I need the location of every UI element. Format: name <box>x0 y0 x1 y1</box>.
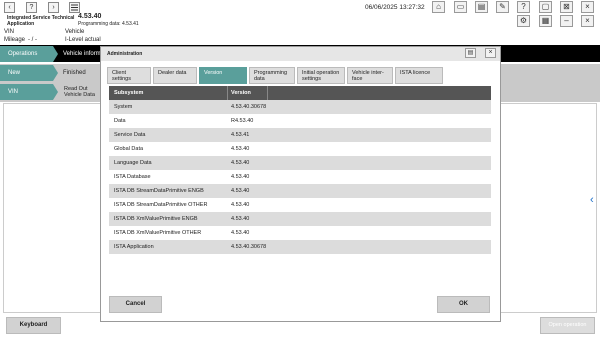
help-icon[interactable]: ? <box>26 2 37 13</box>
tab-vehicle-info[interactable]: Vehicle inform <box>63 51 101 57</box>
row-version: 4.53.40 <box>231 146 250 152</box>
tab-client-settings[interactable]: Client settings <box>107 67 151 84</box>
forward-icon[interactable]: › <box>48 2 59 13</box>
cancel-button[interactable]: Cancel <box>109 296 162 313</box>
row-version: 4.53.40 <box>231 188 250 194</box>
tab-read-out[interactable]: Read Out Vehicle Data <box>64 86 95 98</box>
table-row[interactable]: ISTA DB XmlValuePrimitive OTHER 4.53.40 <box>109 226 491 240</box>
window-icon[interactable]: ▢ <box>539 1 552 13</box>
table-row[interactable]: ISTA DB StreamDataPrimitive ENGB 4.53.40 <box>109 184 491 198</box>
app-version: 4.53.40 <box>78 13 102 20</box>
tab-ista-licence[interactable]: ISTA licence <box>395 67 443 84</box>
row-version: 4.53.40 <box>231 160 250 166</box>
datetime: 06/06/2025 13:27:32 <box>365 4 425 11</box>
ok-button[interactable]: OK <box>437 296 490 313</box>
tab-programming-data[interactable]: Programming data <box>249 67 295 84</box>
row-subsystem: ISTA DB StreamDataPrimitive ENGB <box>114 188 204 194</box>
version-table: Subsystem Version System 4.53.40.30678 Dat… <box>109 86 491 306</box>
table-header: Subsystem Version <box>109 86 491 100</box>
tab-vehicle-interface[interactable]: Vehicle inter-face <box>347 67 393 84</box>
row-subsystem: Language Data <box>114 160 152 166</box>
vehicle-label: Vehicle <box>65 29 85 35</box>
row-subsystem: ISTA Application <box>114 244 154 250</box>
row-version: 4.53.40.30678 <box>231 244 267 250</box>
row-version: 4.53.40 <box>231 230 250 236</box>
vin-label: VIN <box>4 29 15 35</box>
row-version: 4.53.40 <box>231 202 250 208</box>
row-version: 4.53.41 <box>231 132 250 138</box>
table-row[interactable]: Language Data 4.53.40 <box>109 156 491 170</box>
tool-icon[interactable]: ✎ <box>496 1 509 13</box>
tab-finished[interactable]: Finished <box>63 70 86 76</box>
row-version: 4.53.40 <box>231 216 250 222</box>
app-title-line2: Application <box>7 21 35 27</box>
tab-new[interactable]: New <box>0 65 58 81</box>
row-version: 4.53.40 <box>231 174 250 180</box>
gear-icon[interactable]: ⚙ <box>517 15 530 27</box>
row-subsystem: System <box>114 104 133 110</box>
dialog-title: Administration <box>107 51 143 57</box>
row-subsystem: ISTA Database <box>114 174 151 180</box>
window-close-icon[interactable]: × <box>581 1 594 13</box>
column-subsystem: Subsystem <box>114 90 144 96</box>
back-icon[interactable]: ‹ <box>4 2 15 13</box>
screen-icon[interactable]: ▭ <box>454 1 467 13</box>
row-subsystem: ISTA DB StreamDataPrimitive OTHER <box>114 202 208 208</box>
window-close-icon[interactable]: ⊠ <box>560 1 573 13</box>
tab-initial-operation-settings[interactable]: Initial operation settings <box>297 67 345 84</box>
column-version: Version <box>231 90 251 96</box>
tab-dealer-data[interactable]: Dealer data <box>153 67 197 84</box>
programming-data-value: 4.53.41 <box>122 21 139 27</box>
table-row[interactable]: ISTA Database 4.53.40 <box>109 170 491 184</box>
home-icon[interactable]: ⌂ <box>432 1 445 13</box>
print-icon[interactable]: ▤ <box>475 1 488 13</box>
question-icon[interactable]: ? <box>517 1 530 13</box>
table-row[interactable]: ISTA DB StreamDataPrimitive OTHER 4.53.40 <box>109 198 491 212</box>
mileage-label: Mileage <box>4 37 26 43</box>
grid-icon[interactable]: ▦ <box>539 15 552 27</box>
row-subsystem: Service Data <box>114 132 146 138</box>
row-subsystem: Data <box>114 118 126 124</box>
chevron-left-icon[interactable]: ‹ <box>590 193 600 207</box>
table-row[interactable]: Service Data 4.53.41 <box>109 128 491 142</box>
row-subsystem: Global Data <box>114 146 144 152</box>
table-row[interactable]: ISTA Application 4.53.40.30678 <box>109 240 491 254</box>
row-version: 4.53.40.30678 <box>231 104 267 110</box>
administration-dialog: Administration ▤ × Client settings Deale… <box>100 46 501 322</box>
mileage-value: - / - <box>28 37 37 43</box>
tab-version[interactable]: Version <box>199 67 247 84</box>
table-row[interactable]: Global Data 4.53.40 <box>109 142 491 156</box>
ilevel-label: I-Level actual <box>65 37 101 43</box>
table-row[interactable]: Data R4.53.40 <box>109 114 491 128</box>
list-icon[interactable] <box>69 2 80 13</box>
programming-data-label: Programming data: <box>78 21 121 27</box>
row-subsystem: ISTA DB XmlValuePrimitive ENGB <box>114 216 198 222</box>
open-operation-button[interactable]: Open operation <box>540 317 595 334</box>
tab-vin[interactable]: VIN <box>0 84 58 100</box>
print-icon[interactable]: ▤ <box>465 48 476 58</box>
close-icon[interactable]: × <box>485 48 496 58</box>
table-row[interactable]: ISTA DB XmlValuePrimitive ENGB 4.53.40 <box>109 212 491 226</box>
close-icon[interactable]: × <box>581 15 594 27</box>
table-row[interactable]: System 4.53.40.30678 <box>109 100 491 114</box>
dialog-title-bar <box>101 47 500 61</box>
minimize-icon[interactable]: – <box>560 15 573 27</box>
tab-operations[interactable]: Operations <box>0 46 58 62</box>
keyboard-button[interactable]: Keyboard <box>6 317 61 334</box>
row-subsystem: ISTA DB XmlValuePrimitive OTHER <box>114 230 202 236</box>
row-version: R4.53.40 <box>231 118 254 124</box>
